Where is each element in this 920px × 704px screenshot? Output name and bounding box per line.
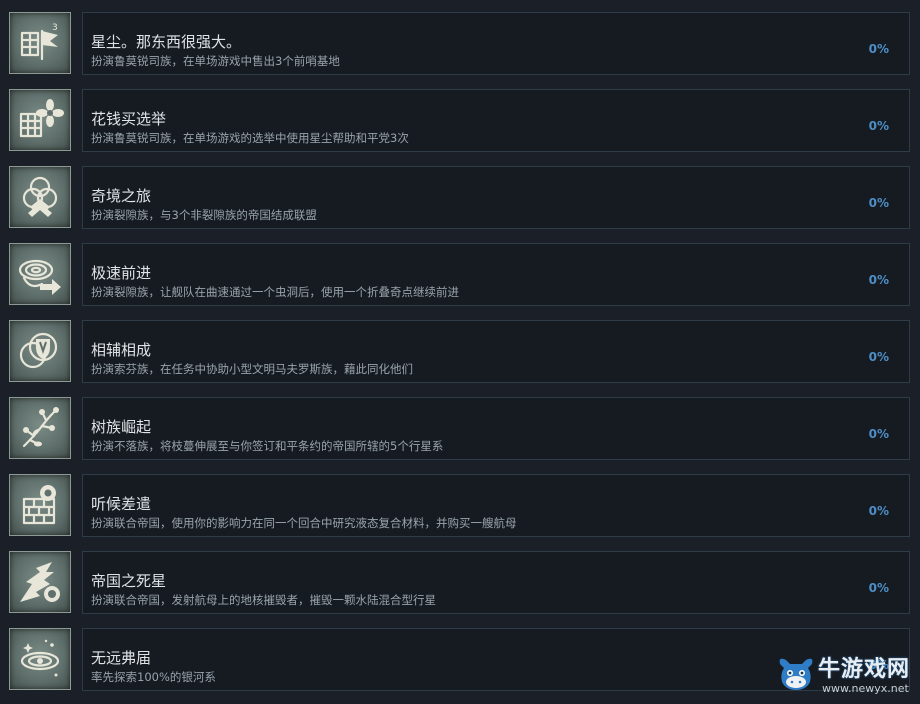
achievement-description: 扮演鲁莫锐司族，在单场游戏中售出3个前哨基地: [91, 54, 340, 68]
achievement-description: 扮演不落族，将枝蔓伸展至与你签订和平条约的帝国所辖的5个行星系: [91, 439, 444, 453]
achievement-title: 极速前进: [91, 264, 152, 282]
alliance-circles-icon: [22, 176, 58, 217]
achievement-percent: 0%: [868, 119, 889, 133]
achievement-panel: 帝国之死星 扮演联合帝国，发射航母上的地核摧毁者，摧毁一颗水陆混合型行星 0%: [82, 551, 910, 614]
wall-structure-icon: [22, 485, 56, 525]
achievement-panel: 奇境之旅 扮演裂隙族，与3个非裂隙族的帝国结成联盟 0%: [82, 166, 910, 229]
achievement-row[interactable]: 听候差遣 扮演联合帝国，使用你的影响力在同一个回合中研究液态复合材料，并购买一艘…: [0, 473, 920, 550]
achievement-icon-frame: [9, 628, 71, 690]
achievement-icon-frame: [9, 397, 71, 459]
achievement-panel: 树族崛起 扮演不落族，将枝蔓伸展至与你签订和平条约的帝国所辖的5个行星系 0%: [82, 397, 910, 460]
achievement-icon-frame: [9, 89, 71, 151]
shield-emblem-icon: [19, 332, 58, 369]
achievement-title: 无远弗届: [91, 649, 152, 667]
achievement-title: 星尘。那东西很强大。: [91, 33, 242, 51]
achievement-percent: 0%: [868, 350, 889, 364]
achievement-panel: 星尘。那东西很强大。 扮演鲁莫锐司族，在单场游戏中售出3个前哨基地 0%: [82, 12, 910, 75]
watermark-site-url: www.newyx.net: [822, 682, 909, 695]
achievement-title: 奇境之旅: [91, 187, 152, 205]
achievement-description: 扮演裂隙族，让舰队在曲速通过一个虫洞后，使用一个折叠奇点继续前进: [91, 285, 459, 299]
planet-explosion-icon: [20, 562, 60, 602]
achievement-description: 扮演联合帝国，发射航母上的地核摧毁者，摧毁一颗水陆混合型行星: [91, 593, 436, 607]
achievement-title: 花钱买选举: [91, 110, 167, 128]
achievement-percent: 0%: [868, 196, 889, 210]
site-watermark: 牛游戏网 www.newyx.net: [776, 650, 918, 700]
achievement-icon-frame: [9, 243, 71, 305]
achievement-percent: 0%: [868, 273, 889, 287]
wormhole-arrow-icon: [18, 259, 61, 295]
achievement-title: 树族崛起: [91, 418, 152, 436]
achievement-row[interactable]: 3 星尘。那东西很强大。 扮演鲁莫锐司族，在单场游戏中售出3个前哨基地 0%: [0, 11, 920, 88]
achievement-title: 帝国之死星: [91, 572, 167, 590]
achievement-icon-frame: [9, 474, 71, 536]
watermark-site-name: 牛游戏网: [818, 657, 911, 682]
achievement-row[interactable]: 树族崛起 扮演不落族，将枝蔓伸展至与你签订和平条约的帝国所辖的5个行星系 0%: [0, 396, 920, 473]
achievement-title: 相辅相成: [91, 341, 152, 359]
cow-logo-icon: [779, 658, 813, 690]
galaxy-icon: [20, 639, 60, 677]
achievement-description: 率先探索100%的银河系: [91, 670, 216, 684]
achievement-icon-frame: [9, 320, 71, 382]
achievement-row[interactable]: 奇境之旅 扮演裂隙族，与3个非裂隙族的帝国结成联盟 0%: [0, 165, 920, 242]
achievement-panel: 花钱买选举 扮演鲁莫锐司族，在单场游戏的选举中使用星尘帮助和平党3次 0%: [82, 89, 910, 152]
achievement-percent: 0%: [868, 427, 889, 441]
achievement-icon-frame: 3: [9, 12, 71, 74]
achievement-panel: 极速前进 扮演裂隙族，让舰队在曲速通过一个虫洞后，使用一个折叠奇点继续前进 0%: [82, 243, 910, 306]
achievement-percent: 0%: [868, 504, 889, 518]
achievement-icon-frame: [9, 166, 71, 228]
achievement-title: 听候差遣: [91, 495, 152, 513]
achievement-percent: 0%: [868, 42, 889, 56]
achievement-row[interactable]: 极速前进 扮演裂隙族，让舰队在曲速通过一个虫洞后，使用一个折叠奇点继续前进 0%: [0, 242, 920, 319]
achievement-row[interactable]: 相辅相成 扮演索芬族，在任务中协助小型文明马夫罗斯族，藉此同化他们 0%: [0, 319, 920, 396]
flower-grid-icon: [19, 99, 64, 138]
achievement-panel: 听候差遣 扮演联合帝国，使用你的影响力在同一个回合中研究液态复合材料，并购买一艘…: [82, 474, 910, 537]
achievement-icon-frame: [9, 551, 71, 613]
svg-text:3: 3: [52, 23, 58, 33]
achievement-list: 3 星尘。那东西很强大。 扮演鲁莫锐司族，在单场游戏中售出3个前哨基地 0% 花…: [0, 0, 920, 701]
achievement-percent: 0%: [868, 581, 889, 595]
achievement-description: 扮演鲁莫锐司族，在单场游戏的选举中使用星尘帮助和平党3次: [91, 131, 409, 145]
achievement-panel: 相辅相成 扮演索芬族，在任务中协助小型文明马夫罗斯族，藉此同化他们 0%: [82, 320, 910, 383]
achievement-description: 扮演索芬族，在任务中协助小型文明马夫罗斯族，藉此同化他们: [91, 362, 413, 376]
achievement-description: 扮演裂隙族，与3个非裂隙族的帝国结成联盟: [91, 208, 317, 222]
stardust-flag-icon: 3: [20, 23, 58, 61]
achievement-description: 扮演联合帝国，使用你的影响力在同一个回合中研究液态复合材料，并购买一艘航母: [91, 516, 517, 530]
branch-network-icon: [22, 407, 59, 448]
achievement-row[interactable]: 花钱买选举 扮演鲁莫锐司族，在单场游戏的选举中使用星尘帮助和平党3次 0%: [0, 88, 920, 165]
achievement-row[interactable]: 帝国之死星 扮演联合帝国，发射航母上的地核摧毁者，摧毁一颗水陆混合型行星 0%: [0, 550, 920, 627]
